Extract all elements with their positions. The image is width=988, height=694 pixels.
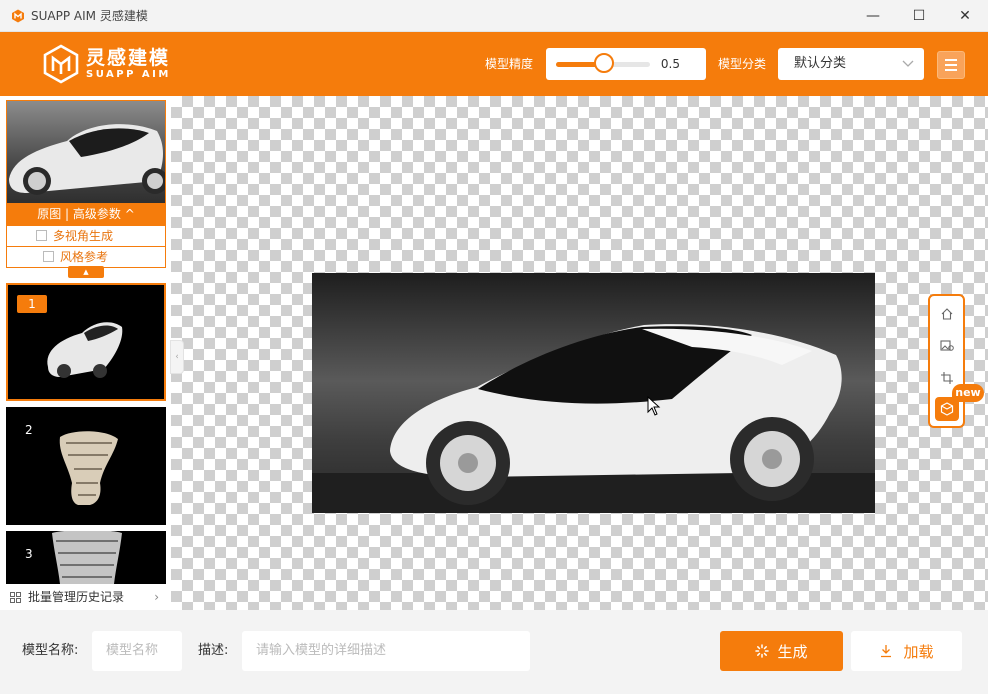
menu-icon-line [945,69,957,71]
brand-mark-icon [43,44,79,84]
window-title: SUAPP AIM 灵感建模 [31,9,148,23]
chevron-down-icon [902,60,914,67]
bottom-bar: 模型名称: 模型名称 描述: 请输入模型的详细描述 生成 加载 [0,610,988,694]
load-label: 加载 [903,642,934,661]
brand-logo: 灵感建模 SUAPP AIM [42,44,171,84]
view-toolbar [928,294,965,428]
home-icon [941,308,953,320]
original-image-card: 原图 | 高级参数 ^ 多视角生成 风格参考 [6,100,166,268]
close-button[interactable]: ✕ [942,0,988,32]
multiview-option[interactable]: 多视角生成 [7,225,165,246]
precision-slider[interactable]: 0.5 [546,48,706,80]
menu-icon [945,59,957,61]
brand-name-cn: 灵感建模 [86,47,171,69]
download-icon [881,645,892,658]
car-photo-image [312,324,875,513]
brand-name-en: SUAPP AIM [86,69,171,80]
loading-spinner-icon [755,644,770,658]
source-image-preview[interactable] [312,273,875,513]
car-thumbnail-image [9,124,165,195]
collapse-panel-button[interactable]: ▲ [68,266,104,278]
left-panel: 原图 | 高级参数 ^ 多视角生成 风格参考 ▲ 1 2 3 批量管理历史记录 … [0,96,171,610]
app-header: 灵感建模 SUAPP AIM 模型精度 0.5 模型分类 默认分类 [0,32,988,96]
history-item-3[interactable]: 3 [6,531,166,584]
description-placeholder: 请输入模型的详细描述 [256,643,387,658]
history-item-number: 3 [25,547,33,561]
history-item-number: 1 [17,295,47,313]
crop-icon [941,372,953,384]
style-reference-label: 风格参考 [60,250,109,264]
precision-label: 模型精度 [485,57,534,71]
multiview-label: 多视角生成 [53,229,114,243]
grid-icon [10,592,21,603]
chevron-left-icon: ‹ [175,352,179,362]
history-item-2[interactable]: 2 [6,407,166,525]
mouse-cursor-icon [647,396,661,416]
history-item-number: 2 [25,423,33,437]
sidebar-collapse-button[interactable]: ‹ [170,340,184,374]
cube-icon [940,402,954,416]
chevron-right-icon: › [154,590,159,604]
load-button[interactable]: 加载 [851,631,962,671]
description-label: 描述: [198,643,229,658]
new-badge: new [952,384,984,402]
category-label: 模型分类 [718,57,767,71]
image-compare-icon [940,340,954,351]
minimize-button[interactable]: — [850,0,896,32]
description-input[interactable]: 请输入模型的详细描述 [242,631,530,671]
generate-label: 生成 [777,642,808,661]
image-compare-button[interactable] [935,334,959,358]
multiview-checkbox[interactable] [36,230,47,241]
precision-value: 0.5 [660,57,680,71]
advanced-params-toggle[interactable]: 原图 | 高级参数 ^ [7,203,165,225]
category-select[interactable]: 默认分类 [778,48,924,80]
history-item-1[interactable]: 1 [6,283,166,401]
model-name-label: 模型名称: [22,643,79,658]
batch-history-button[interactable]: 批量管理历史记录 › [0,584,171,610]
home-view-button[interactable] [935,302,959,326]
app-logo-icon [12,9,24,22]
slider-handle[interactable] [594,53,614,73]
close-icon: ✕ [959,8,971,24]
maximize-button[interactable]: ☐ [896,0,942,32]
menu-icon-line [945,64,957,66]
generate-button[interactable]: 生成 [720,631,843,671]
style-reference-option[interactable]: 风格参考 [7,246,165,267]
maximize-icon: ☐ [912,8,926,24]
original-image-thumbnail[interactable] [7,101,165,203]
model-name-placeholder: 模型名称 [106,643,159,658]
category-selected-value: 默认分类 [794,56,847,71]
minimize-icon: — [866,8,880,24]
title-bar: SUAPP AIM 灵感建模 — ☐ ✕ [0,0,988,32]
model-name-input[interactable]: 模型名称 [92,631,182,671]
caret-up-icon: ▲ [83,268,89,276]
batch-history-label: 批量管理历史记录 [28,590,125,604]
menu-button[interactable] [937,51,965,79]
style-reference-checkbox[interactable] [43,251,54,262]
